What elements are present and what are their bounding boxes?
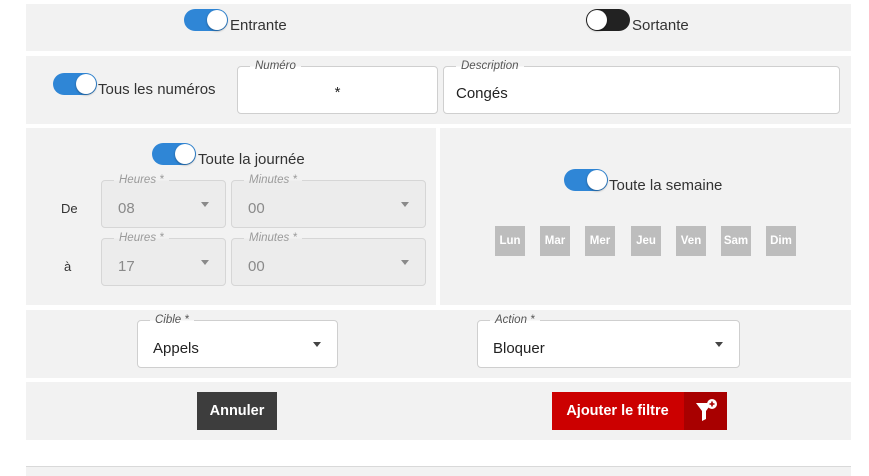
add-filter-button[interactable]: Ajouter le filtre (552, 392, 727, 430)
chevron-down-icon (401, 260, 409, 265)
direction-panel (26, 4, 851, 51)
from-minutes-value: 00 (248, 200, 265, 217)
all-numbers-toggle[interactable] (53, 73, 97, 95)
outgoing-toggle[interactable] (586, 9, 630, 31)
all-day-toggle[interactable] (152, 143, 196, 165)
day-sunday[interactable]: Dim (766, 226, 796, 256)
incoming-toggle[interactable] (184, 9, 228, 31)
description-field[interactable]: Description Congés (443, 60, 840, 114)
target-select[interactable]: Cible * Appels (137, 314, 338, 368)
from-hours-value: 08 (118, 200, 135, 217)
filter-add-icon-svg (696, 399, 717, 421)
to-label: à (64, 259, 72, 274)
toggle-knob (587, 170, 607, 190)
number-field-value: * (334, 84, 341, 101)
from-minutes-select[interactable]: Minutes * 00 (231, 174, 426, 228)
action-label: Action * (490, 314, 540, 327)
toggle-knob (76, 74, 96, 94)
day-tuesday[interactable]: Mar (540, 226, 570, 256)
from-hours-select[interactable]: Heures * 08 (101, 174, 226, 228)
day-thursday[interactable]: Jeu (631, 226, 661, 256)
week-panel (440, 128, 851, 305)
number-field-label: Numéro (250, 60, 301, 73)
chevron-down-icon (715, 342, 723, 347)
add-filter-label: Ajouter le filtre (566, 403, 669, 419)
to-minutes-label: Minutes * (244, 232, 302, 245)
number-field[interactable]: Numéro * (237, 60, 438, 114)
all-day-label: Toute la journée (198, 151, 305, 168)
target-label: Cible * (150, 314, 194, 327)
cancel-button[interactable]: Annuler (197, 392, 277, 430)
bottom-divider (26, 466, 851, 476)
filter-add-icon (684, 392, 727, 430)
description-field-label: Description (456, 60, 524, 73)
action-value: Bloquer (493, 340, 545, 357)
chevron-down-icon (401, 202, 409, 207)
all-week-label: Toute la semaine (609, 177, 723, 194)
description-field-value: Congés (456, 85, 508, 102)
day-monday[interactable]: Lun (495, 226, 525, 256)
toggle-knob (175, 144, 195, 164)
all-numbers-label: Tous les numéros (98, 81, 216, 98)
action-select[interactable]: Action * Bloquer (477, 314, 740, 368)
day-wednesday[interactable]: Mer (585, 226, 615, 256)
chevron-down-icon (313, 342, 321, 347)
from-minutes-label: Minutes * (244, 174, 302, 187)
to-hours-select[interactable]: Heures * 17 (101, 232, 226, 286)
toggle-knob (587, 10, 607, 30)
to-hours-label: Heures * (114, 232, 169, 245)
to-minutes-value: 00 (248, 258, 265, 275)
target-value: Appels (153, 340, 199, 357)
chevron-down-icon (201, 260, 209, 265)
all-week-toggle[interactable] (564, 169, 608, 191)
day-friday[interactable]: Ven (676, 226, 706, 256)
from-label: De (61, 201, 78, 216)
chevron-down-icon (201, 202, 209, 207)
to-minutes-select[interactable]: Minutes * 00 (231, 232, 426, 286)
to-hours-value: 17 (118, 258, 135, 275)
incoming-label: Entrante (230, 17, 287, 34)
toggle-knob (207, 10, 227, 30)
from-hours-label: Heures * (114, 174, 169, 187)
buttons-panel (26, 382, 851, 440)
day-saturday[interactable]: Sam (721, 226, 751, 256)
outgoing-label: Sortante (632, 17, 689, 34)
